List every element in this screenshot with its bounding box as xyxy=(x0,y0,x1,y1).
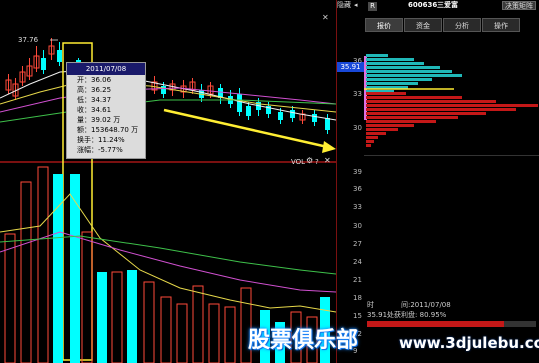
volume-bar-14 xyxy=(224,306,236,363)
vol-axis-tick-2: 33 xyxy=(353,203,362,211)
right-panel: 隐藏 ◂ R 600636 三爱富 决策矩阵 报价 资金 分析 操作 36 33… xyxy=(337,0,539,363)
chip-bar-red-9 xyxy=(366,128,398,131)
vol-label: VOL xyxy=(291,158,306,166)
volume-bar-1 xyxy=(20,181,32,363)
tooltip-row-volume: 量：39.02 万 xyxy=(77,116,121,124)
question-icon[interactable]: ? xyxy=(315,158,319,166)
chip-bar-red-5 xyxy=(366,112,486,115)
volume-bar-0 xyxy=(4,233,16,363)
vol-axis-tick-3: 30 xyxy=(353,222,362,230)
watermark-logo-text: 股票俱乐部 xyxy=(248,328,359,353)
gear-icon[interactable]: ⚙ xyxy=(306,157,313,165)
kline-pane[interactable]: 37.76 ✕ 2011/07/08 开：36.06 高：36.25 低：34.… xyxy=(0,0,336,162)
tooltip-row-low: 低：34.37 xyxy=(77,96,112,104)
candle-body-7 xyxy=(57,50,62,62)
chip-distribution-chart xyxy=(364,54,539,156)
candle-body-22 xyxy=(278,112,283,120)
chip-bar-red-6 xyxy=(366,116,458,119)
vol-axis-tick-0: 39 xyxy=(353,168,362,176)
chip-bar-cyan-1 xyxy=(366,58,414,61)
hide-button[interactable]: 隐藏 xyxy=(337,1,351,10)
chip-bar-red-2 xyxy=(366,100,496,103)
volume-bar-7 xyxy=(111,271,123,363)
vol-axis-tick-4: 27 xyxy=(353,240,362,248)
chip-profit-bar xyxy=(367,321,536,327)
tooltip-row-open: 开：36.06 xyxy=(77,76,112,84)
kline-high-label: 37.76 xyxy=(18,36,39,44)
candle-body-10 xyxy=(161,86,166,94)
candle-body-23 xyxy=(290,110,295,118)
volume-bar-5 xyxy=(81,231,93,363)
vol-axis-tick-8: 15 xyxy=(353,312,362,320)
chip-bar-cyan-7 xyxy=(366,82,418,85)
chip-bar-cyan-5 xyxy=(366,74,462,77)
chip-bar-red-12 xyxy=(366,140,374,143)
chip-tick-36: 36 xyxy=(353,57,362,65)
watermark-url: www.3djulebu.com xyxy=(399,334,539,352)
chip-tick-30: 30 xyxy=(353,124,362,132)
chip-bar-red-1 xyxy=(366,96,462,99)
volume-bar-13 xyxy=(208,303,220,363)
chip-profit-label: 35.91处获利盘: 80.95% xyxy=(367,311,447,319)
tooltip-row-amount: 额：153648.70 万 xyxy=(77,126,139,134)
volume-bar-6 xyxy=(97,272,107,363)
chip-bar-red-10 xyxy=(366,132,386,135)
tooltip-row-high: 高：36.25 xyxy=(77,86,112,94)
chip-bar-cyan-6 xyxy=(366,78,432,81)
ohlc-tooltip: 2011/07/08 开：36.06 高：36.25 低：34.37 收：34.… xyxy=(66,62,146,159)
vol-axis-tick-7: 18 xyxy=(353,294,362,302)
chip-tick-33: 33 xyxy=(353,90,362,98)
chip-bar-red-7 xyxy=(366,120,436,123)
vol-axis-tick-5: 24 xyxy=(353,258,362,266)
tooltip-row-close: 收：34.61 xyxy=(77,106,112,114)
close-icon[interactable]: ✕ xyxy=(324,157,331,165)
vol-axis-tick-1: 36 xyxy=(353,185,362,193)
candle-body-18 xyxy=(237,94,242,112)
price-axis: 35.91 39 36 33 30 27 24 21 18 15 12 9 xyxy=(336,0,365,363)
volume-bar-10 xyxy=(160,296,172,363)
chip-date-label: 间:2011/07/08 xyxy=(401,301,451,309)
trend-arrow-head xyxy=(322,141,336,153)
kline-chart xyxy=(0,38,336,162)
chip-bar-red-13 xyxy=(366,144,371,147)
volume-bar-12 xyxy=(192,285,204,363)
chip-bar-cyan-3 xyxy=(366,66,440,69)
ma-line-white xyxy=(0,69,336,121)
volume-bar-11 xyxy=(176,303,188,363)
chip-bar-cyan-4 xyxy=(366,70,452,73)
kline-close-icon[interactable]: ✕ xyxy=(322,14,329,22)
volume-bar-2 xyxy=(37,166,49,363)
hide-arrow-icon[interactable]: ◂ xyxy=(354,1,358,10)
tooltip-row-turnover: 换手：11.24% xyxy=(77,136,125,144)
volume-bar-8 xyxy=(127,270,137,363)
chip-bar-red-11 xyxy=(366,136,378,139)
ma-line-yellow xyxy=(0,81,336,113)
candle-body-25 xyxy=(312,114,317,122)
tooltip-date: 2011/07/08 xyxy=(67,63,145,75)
stock-chart-window: 37.76 ✕ 2011/07/08 开：36.06 高：36.25 低：34.… xyxy=(0,0,539,363)
chip-bar-cyan-2 xyxy=(366,62,424,65)
candle-body-26 xyxy=(325,118,330,130)
candle-body-19 xyxy=(246,106,251,116)
chip-bar-cyan-0 xyxy=(366,54,388,57)
vol-ma-green xyxy=(0,235,336,275)
volume-bar-9 xyxy=(143,281,155,363)
chip-bar-red-3 xyxy=(366,104,538,107)
vol-ma-yellow xyxy=(0,193,336,313)
chip-bar-red-0 xyxy=(366,92,406,95)
tooltip-row-change: 涨幅：-5.77% xyxy=(77,146,123,154)
chip-bar-red-8 xyxy=(366,124,414,127)
chip-time-label: 时 xyxy=(367,301,374,309)
chip-bar-red-4 xyxy=(366,108,516,111)
candle-body-5 xyxy=(41,58,46,70)
vol-axis-tick-6: 21 xyxy=(353,276,362,284)
volume-bar-4 xyxy=(70,174,80,363)
